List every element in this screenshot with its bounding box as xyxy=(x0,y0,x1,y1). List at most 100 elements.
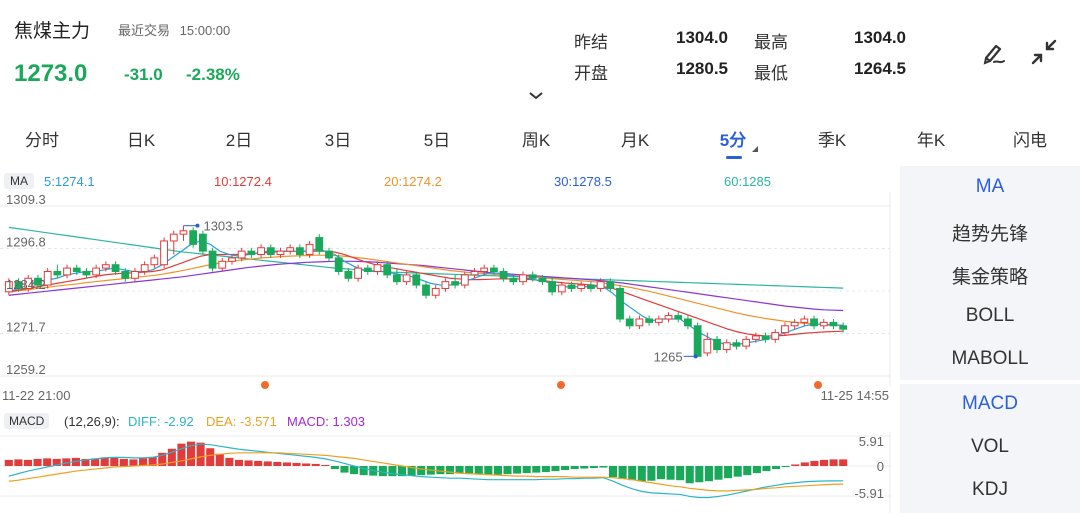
high-label: 最高 xyxy=(754,33,788,52)
macd-dea-value: DEA: -3.571 xyxy=(206,414,277,429)
candle xyxy=(587,281,595,292)
candle xyxy=(761,332,770,343)
candle xyxy=(431,285,440,299)
side-item-vol[interactable]: VOL xyxy=(900,436,1080,458)
tab-3day[interactable]: 3日 xyxy=(308,126,368,151)
candle-body-up xyxy=(140,264,149,272)
candle-body-down xyxy=(674,315,683,320)
macd-bar-down xyxy=(695,466,704,483)
macd-bar-down xyxy=(493,466,502,475)
active-tab-indicator xyxy=(726,156,742,159)
ma60-line xyxy=(8,226,844,289)
expand-caret-icon[interactable] xyxy=(528,88,544,104)
tab-dropdown-icon[interactable] xyxy=(752,146,758,152)
side-item-boll[interactable]: BOLL xyxy=(900,305,1080,327)
macd-bar-down xyxy=(436,466,445,475)
macd-bar-up xyxy=(129,459,138,466)
macd-bar-down xyxy=(666,466,675,480)
candle xyxy=(257,244,265,258)
macd-bar-down xyxy=(685,466,694,484)
macd-bar-down xyxy=(637,466,646,482)
candle-body-down xyxy=(422,284,430,296)
macd-axis-label: -5.91 xyxy=(854,486,884,501)
candle-body-down xyxy=(810,318,818,327)
candle xyxy=(412,271,421,289)
contract-title: 焦煤主力 xyxy=(14,21,91,42)
candle xyxy=(800,315,809,326)
candle xyxy=(140,261,149,275)
macd-bar-up xyxy=(33,458,42,466)
side-item-kdj[interactable]: KDJ xyxy=(900,479,1080,501)
candle xyxy=(645,315,654,326)
macd-bar-down xyxy=(733,466,742,477)
candle xyxy=(819,318,828,330)
macd-bar-up xyxy=(273,461,282,466)
macd-axis-label: 5.91 xyxy=(859,434,884,449)
tab-monthly-k[interactable]: 月K xyxy=(605,126,665,151)
side-item-maboll[interactable]: MABOLL xyxy=(900,348,1080,370)
candle-body-up xyxy=(596,281,605,289)
macd-bar-down xyxy=(340,466,349,473)
candle xyxy=(402,271,411,286)
side-item-strategy[interactable]: 集金策略 xyxy=(900,262,1080,289)
tab-quarterly-k[interactable]: 季K xyxy=(802,126,862,151)
candle xyxy=(557,281,566,296)
candle-body-up xyxy=(276,250,285,256)
candle-body-up xyxy=(519,274,527,283)
side-item-ma[interactable]: MA xyxy=(900,176,1080,198)
macd-bar-down xyxy=(532,466,541,473)
last-price: 1273.0 xyxy=(14,60,88,87)
macd-bar-down xyxy=(628,466,637,481)
candle-body-down xyxy=(325,250,333,259)
macd-bar-up xyxy=(800,462,809,466)
macd-legend: MACD (12,26,9): DIFF: -2.92 DEA: -3.571 … xyxy=(0,412,898,432)
candle-body-up xyxy=(557,284,566,293)
candle-body-up xyxy=(819,321,828,327)
macd-indicator-tag[interactable]: MACD xyxy=(4,413,50,429)
candle xyxy=(684,315,692,330)
candle-body-down xyxy=(732,342,741,347)
candle xyxy=(247,247,256,258)
macd-bar-up xyxy=(839,459,848,466)
tab-flash[interactable]: 闪电 xyxy=(1000,126,1060,151)
draw-pen-icon[interactable] xyxy=(980,38,1008,71)
tab-yearly-k[interactable]: 年K xyxy=(901,126,961,151)
macd-chart[interactable]: 5.91 0 -5.91 xyxy=(0,432,898,513)
tab-2day[interactable]: 2日 xyxy=(209,126,269,151)
tab-intraday[interactable]: 分时 xyxy=(12,126,72,151)
candle-body-down xyxy=(684,318,692,327)
macd-bar-down xyxy=(330,466,339,470)
candle-body-down xyxy=(451,281,459,286)
candle-body-up xyxy=(101,264,110,269)
side-item-macd[interactable]: MACD xyxy=(900,393,1080,415)
candle xyxy=(713,335,721,353)
candle xyxy=(363,264,372,275)
price-change-pct: -2.38% xyxy=(186,65,240,84)
candlestick-chart[interactable]: 1309.3 1296.8 1284.2 1271.7 1259.2 1303.5 1265… xyxy=(0,192,898,404)
macd-bar-down xyxy=(724,466,733,479)
candle-body-down xyxy=(713,338,721,351)
prev-settle-label: 昨结 xyxy=(574,33,608,52)
macd-bar-up xyxy=(14,459,23,466)
tab-5day[interactable]: 5日 xyxy=(407,126,467,151)
macd-bar-up xyxy=(234,459,244,466)
candle-body-down xyxy=(412,274,421,286)
ma-indicator-tag[interactable]: MA xyxy=(4,173,34,189)
candle-body-down xyxy=(548,281,557,293)
candle xyxy=(742,335,751,350)
collapse-arrows-icon[interactable] xyxy=(1030,38,1058,71)
candle-body-up xyxy=(635,318,644,327)
candle xyxy=(732,339,741,350)
side-item-trend[interactable]: 趋势先锋 xyxy=(900,219,1080,246)
macd-bar-down xyxy=(570,466,579,470)
candle-body-up xyxy=(460,274,469,286)
macd-bar-up xyxy=(215,453,224,466)
candle-body-down xyxy=(111,264,120,272)
candle-body-down xyxy=(761,335,770,340)
tab-weekly-k[interactable]: 周K xyxy=(506,126,566,151)
tab-daily-k[interactable]: 日K xyxy=(111,126,171,151)
macd-bar-up xyxy=(244,460,253,466)
candle xyxy=(198,230,207,255)
price-axis-label: 1309.3 xyxy=(6,192,46,207)
macd-bar-up xyxy=(43,458,52,466)
